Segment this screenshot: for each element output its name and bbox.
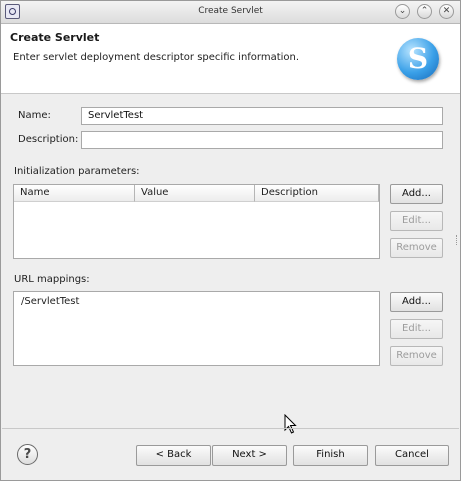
column-header-value[interactable]: Value xyxy=(135,185,255,202)
description-label: Description: xyxy=(18,134,79,145)
url-mappings-label: URL mappings: xyxy=(14,274,90,285)
mouse-cursor-icon xyxy=(284,414,297,434)
footer-separator xyxy=(2,428,459,429)
next-button[interactable]: Next > xyxy=(212,445,287,466)
name-label: Name: xyxy=(18,110,51,121)
page-title: Create Servlet xyxy=(10,31,100,44)
column-header-name[interactable]: Name xyxy=(14,185,135,202)
maximize-icon[interactable]: ⌃ xyxy=(417,4,432,19)
cancel-button[interactable]: Cancel xyxy=(375,445,449,466)
title-bar[interactable]: Create Servlet ⌄ ⌃ ✕ xyxy=(1,1,460,24)
close-icon[interactable]: ✕ xyxy=(439,4,454,19)
init-params-label: Initialization parameters: xyxy=(14,166,140,177)
init-params-table[interactable]: Name Value Description xyxy=(13,184,380,259)
url-mappings-edit-button[interactable]: Edit... xyxy=(390,319,443,339)
page-description: Enter servlet deployment descriptor spec… xyxy=(13,52,300,63)
minimize-icon[interactable]: ⌄ xyxy=(395,4,410,19)
url-mappings-list[interactable]: /ServletTest xyxy=(13,291,380,366)
list-item[interactable]: /ServletTest xyxy=(21,296,79,307)
help-icon[interactable]: ? xyxy=(17,444,38,465)
back-button[interactable]: < Back xyxy=(136,445,211,466)
init-params-remove-button[interactable]: Remove xyxy=(390,238,443,258)
url-mappings-add-button[interactable]: Add... xyxy=(390,292,443,312)
init-params-add-button[interactable]: Add... xyxy=(390,184,443,204)
create-servlet-dialog: Create Servlet ⌄ ⌃ ✕ Create Servlet Ente… xyxy=(0,0,461,481)
url-mappings-remove-button[interactable]: Remove xyxy=(390,346,443,366)
resize-grip[interactable] xyxy=(456,235,460,245)
wizard-header: Create Servlet Enter servlet deployment … xyxy=(1,24,460,94)
column-header-description[interactable]: Description xyxy=(255,185,379,202)
servlet-logo-icon: S xyxy=(397,38,439,80)
init-params-edit-button[interactable]: Edit... xyxy=(390,211,443,231)
finish-button[interactable]: Finish xyxy=(293,445,368,466)
name-field[interactable]: ServletTest xyxy=(81,107,443,125)
description-field[interactable] xyxy=(81,131,443,149)
window-title: Create Servlet xyxy=(198,6,263,16)
